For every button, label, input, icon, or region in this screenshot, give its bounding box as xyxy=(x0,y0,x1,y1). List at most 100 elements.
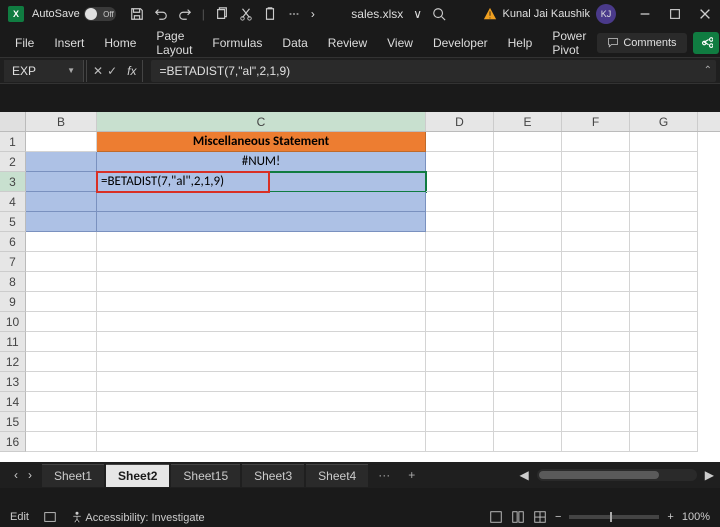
cell[interactable] xyxy=(426,332,494,352)
cell[interactable] xyxy=(630,192,698,212)
cell[interactable] xyxy=(26,252,97,272)
tab-file[interactable]: File xyxy=(6,30,43,56)
row-header[interactable]: 3 xyxy=(0,172,26,192)
cell[interactable] xyxy=(494,252,562,272)
scroll-right-icon[interactable]: ▶ xyxy=(705,468,714,482)
page-layout-view-icon[interactable] xyxy=(511,510,525,524)
cell[interactable] xyxy=(494,172,562,192)
document-name[interactable]: sales.xlsx xyxy=(351,7,403,21)
cell[interactable] xyxy=(630,352,698,372)
row-header[interactable]: 4 xyxy=(0,192,26,212)
cell[interactable] xyxy=(494,332,562,352)
sheet-tabs-more[interactable]: ··· xyxy=(370,464,398,486)
cell[interactable] xyxy=(26,312,97,332)
cell[interactable] xyxy=(426,272,494,292)
cell[interactable] xyxy=(562,312,630,332)
name-box[interactable]: EXP ▼ xyxy=(4,60,84,82)
cell[interactable] xyxy=(630,412,698,432)
redo-icon[interactable] xyxy=(178,7,192,21)
zoom-value[interactable]: 100% xyxy=(682,511,710,523)
cell[interactable] xyxy=(630,292,698,312)
select-all-corner[interactable] xyxy=(0,112,26,131)
cell[interactable] xyxy=(426,432,494,452)
row-header[interactable]: 6 xyxy=(0,232,26,252)
cell[interactable] xyxy=(494,212,562,232)
cell[interactable] xyxy=(630,152,698,172)
maximize-icon[interactable] xyxy=(668,7,682,21)
sheet-tab[interactable]: Sheet1 xyxy=(42,464,104,487)
cell[interactable] xyxy=(494,272,562,292)
cell[interactable] xyxy=(26,412,97,432)
cell[interactable] xyxy=(26,152,97,172)
cell[interactable] xyxy=(630,172,698,192)
row-header[interactable]: 15 xyxy=(0,412,26,432)
cell[interactable] xyxy=(26,272,97,292)
cell[interactable] xyxy=(26,332,97,352)
toggle-off-icon[interactable]: Off xyxy=(84,7,116,21)
cell[interactable] xyxy=(97,312,426,332)
cancel-icon[interactable]: ✕ xyxy=(93,64,103,78)
cell[interactable] xyxy=(630,332,698,352)
qat-chevron[interactable]: › xyxy=(311,7,315,21)
accessibility-status[interactable]: Accessibility: Investigate xyxy=(71,511,205,524)
cell[interactable] xyxy=(426,392,494,412)
cell[interactable] xyxy=(494,432,562,452)
chevron-down-icon[interactable]: ▼ xyxy=(67,66,75,75)
col-header-G[interactable]: G xyxy=(630,112,698,131)
formula-input[interactable]: =BETADIST(7,"al",2,1,9) xyxy=(151,60,716,82)
cell[interactable] xyxy=(494,192,562,212)
row-header[interactable]: 2 xyxy=(0,152,26,172)
cell[interactable] xyxy=(426,172,494,192)
cell[interactable] xyxy=(562,192,630,212)
zoom-in-button[interactable]: + xyxy=(667,511,673,523)
cell[interactable] xyxy=(630,132,698,152)
add-sheet-button[interactable]: + xyxy=(400,464,423,486)
cell[interactable] xyxy=(562,332,630,352)
cell[interactable] xyxy=(494,392,562,412)
cell[interactable] xyxy=(494,232,562,252)
cell[interactable] xyxy=(562,352,630,372)
cell[interactable] xyxy=(494,412,562,432)
tab-review[interactable]: Review xyxy=(319,30,376,56)
cell[interactable] xyxy=(426,192,494,212)
cell[interactable] xyxy=(562,132,630,152)
cell[interactable] xyxy=(426,252,494,272)
sheet-tab[interactable]: Sheet4 xyxy=(306,464,368,487)
cell[interactable] xyxy=(426,232,494,252)
next-sheet-icon[interactable]: › xyxy=(28,468,32,482)
cell[interactable] xyxy=(630,372,698,392)
cell[interactable] xyxy=(494,352,562,372)
normal-view-icon[interactable] xyxy=(489,510,503,524)
zoom-slider[interactable] xyxy=(569,515,659,519)
zoom-out-button[interactable]: − xyxy=(555,511,561,523)
cell[interactable] xyxy=(26,192,97,212)
user-area[interactable]: Kunal Jai Kaushik KJ xyxy=(483,4,616,24)
prev-sheet-icon[interactable]: ‹ xyxy=(14,468,18,482)
tab-insert[interactable]: Insert xyxy=(45,30,93,56)
grid[interactable]: B C D E F G 1 Miscellaneous Statement 2 … xyxy=(0,112,720,462)
cell[interactable] xyxy=(426,352,494,372)
cell[interactable] xyxy=(494,152,562,172)
col-header-B[interactable]: B xyxy=(26,112,97,131)
cell[interactable] xyxy=(26,212,97,232)
cell[interactable] xyxy=(494,292,562,312)
cell[interactable] xyxy=(97,332,426,352)
fx-label[interactable]: fx xyxy=(127,64,136,78)
cell[interactable] xyxy=(26,432,97,452)
paste-icon[interactable] xyxy=(263,7,277,21)
cell[interactable] xyxy=(26,392,97,412)
row-header[interactable]: 13 xyxy=(0,372,26,392)
cell[interactable] xyxy=(426,132,494,152)
row-header[interactable]: 14 xyxy=(0,392,26,412)
col-header-C[interactable]: C xyxy=(97,112,426,131)
cell[interactable] xyxy=(426,412,494,432)
stats-icon[interactable] xyxy=(43,510,57,524)
cell[interactable] xyxy=(97,232,426,252)
undo-icon[interactable] xyxy=(154,7,168,21)
cell[interactable] xyxy=(26,232,97,252)
cell[interactable] xyxy=(630,232,698,252)
row-header[interactable]: 7 xyxy=(0,252,26,272)
close-icon[interactable] xyxy=(698,7,712,21)
sheet-tab[interactable]: Sheet3 xyxy=(242,464,304,487)
active-cell[interactable]: =BETADIST(7,"al",2,1,9) xyxy=(97,172,426,192)
